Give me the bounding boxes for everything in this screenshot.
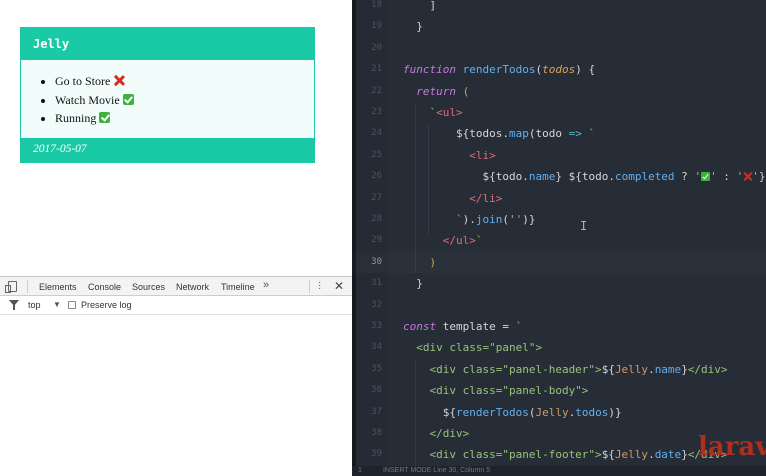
- todo-item: Running: [55, 109, 314, 128]
- tab-elements[interactable]: Elements: [39, 282, 77, 292]
- code-line: 27 </li>: [371, 191, 503, 205]
- code-line: 24 ${todos.map(todo => `: [371, 127, 596, 141]
- status-bar: 1 INSERT MODE Line 30, Column 5: [352, 466, 766, 476]
- code-line: 28 `).join('')}: [371, 213, 536, 226]
- todo-panel: Jelly Go to Store Watch Movie Running 20…: [20, 27, 315, 163]
- check-icon: [99, 112, 111, 123]
- panel-footer: 2017-05-07: [21, 137, 314, 162]
- todo-item: Go to Store: [55, 72, 314, 91]
- todo-name: Go to Store: [55, 74, 111, 88]
- browser-viewport: Jelly Go to Store Watch Movie Running 20…: [0, 0, 352, 476]
- code-line: 31 }: [371, 277, 423, 291]
- check-icon: [701, 172, 711, 182]
- code-line: 19 }: [371, 20, 423, 34]
- preserve-log-label: Preserve log: [81, 300, 132, 310]
- check-icon: [122, 93, 134, 105]
- todo-list: Go to Store Watch Movie Running: [55, 72, 314, 128]
- devtools: Elements Console Sources Network Timelin…: [0, 276, 352, 476]
- code-line: 32: [371, 299, 382, 310]
- panel-body: Go to Store Watch Movie Running: [21, 60, 314, 138]
- code-line: 21 function renderTodos(todos) {: [371, 63, 596, 77]
- code-line: 34 <div class="panel">: [371, 341, 543, 355]
- code-line: 26 ${todo.name} ${todo.completed ? ' ' : …: [371, 170, 766, 184]
- cross-icon: [113, 75, 124, 86]
- divider: [27, 280, 28, 293]
- code-editor[interactable]: 18 ] 19 } 20 21 function renderTodos(todo…: [352, 0, 766, 476]
- text-cursor-icon: I: [580, 219, 588, 233]
- close-icon[interactable]: ✕: [334, 279, 344, 293]
- chevron-down-icon[interactable]: ▼: [53, 300, 61, 309]
- todo-name: Watch Movie: [55, 92, 120, 107]
- device-toolbar-icon[interactable]: [5, 281, 17, 293]
- kebab-menu-icon[interactable]: · · ·: [318, 278, 321, 294]
- todo-item: Watch Movie: [55, 91, 314, 110]
- filter-icon[interactable]: [9, 300, 19, 310]
- panel-header: Jelly: [21, 28, 314, 60]
- code-line: 37 ${renderTodos(Jelly.todos)}: [371, 405, 622, 419]
- tab-sources[interactable]: Sources: [132, 282, 165, 292]
- code-line: 23 `<ul>: [371, 106, 463, 119]
- code-line: 29 </ul>`: [371, 234, 483, 248]
- tab-network[interactable]: Network: [176, 282, 209, 292]
- console-toolbar: top ▼ Preserve log: [0, 296, 352, 315]
- code-line: 35 <div class="panel-header">${Jelly.nam…: [371, 362, 728, 376]
- code-line: 25 <li>: [371, 148, 496, 162]
- divider: [309, 280, 310, 293]
- context-selector[interactable]: top: [28, 300, 41, 310]
- code-line-current: 30 ): [371, 255, 437, 269]
- more-tabs-icon[interactable]: »: [263, 279, 269, 291]
- preserve-log-checkbox[interactable]: [68, 301, 76, 309]
- watermark-logo: laravist: [698, 432, 766, 462]
- code-line: 36 <div class="panel-body">: [371, 384, 589, 398]
- tab-console[interactable]: Console: [88, 282, 121, 292]
- devtools-tabbar: Elements Console Sources Network Timelin…: [0, 276, 352, 296]
- tab-timeline[interactable]: Timeline: [221, 282, 255, 292]
- code-line: 18 ]: [371, 0, 437, 12]
- code-line: 22 return (: [371, 84, 470, 98]
- todo-name: Running: [55, 111, 97, 125]
- code-line: 33 const template = `: [371, 320, 523, 333]
- status-text: INSERT MODE Line 30, Column 5: [383, 467, 491, 474]
- cross-icon: [743, 172, 752, 181]
- code-line: 20: [371, 42, 382, 53]
